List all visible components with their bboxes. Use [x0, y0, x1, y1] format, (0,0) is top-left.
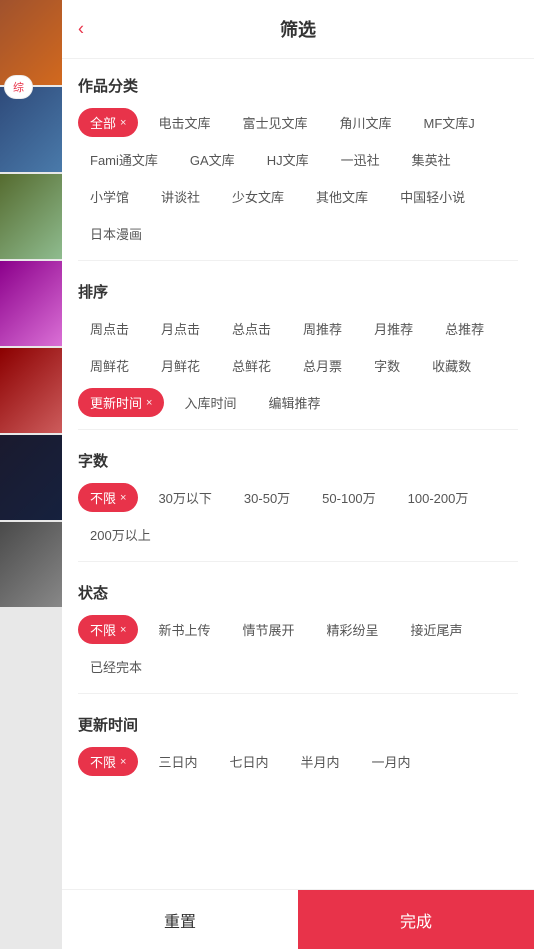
tag-不限-status[interactable]: 不限 ×: [78, 615, 138, 644]
tag-更新时间[interactable]: 更新时间 ×: [78, 388, 164, 417]
tag-入库时间[interactable]: 入库时间: [172, 388, 248, 417]
close-icon: ×: [120, 117, 126, 129]
page-title: 筛选: [280, 16, 316, 42]
tag-小学馆[interactable]: 小学馆: [78, 182, 141, 211]
tag-周推荐[interactable]: 周推荐: [291, 314, 354, 343]
confirm-button[interactable]: 完成: [298, 890, 534, 949]
filter-content: 作品分类 全部 × 电击文库 富士见文库 角川文库 MF文库J Fami通文库 …: [62, 59, 534, 949]
tag-电击文库[interactable]: 电击文库: [146, 108, 222, 137]
tag-三日内[interactable]: 三日内: [146, 747, 209, 776]
tag-讲谈社[interactable]: 讲谈社: [149, 182, 212, 211]
tag-全部[interactable]: 全部 ×: [78, 108, 138, 137]
sort-title: 排序: [78, 281, 518, 302]
tag-30-50万[interactable]: 30-50万: [232, 483, 302, 512]
tag-Fami通文库[interactable]: Fami通文库: [78, 145, 170, 174]
book-cover: [0, 0, 62, 85]
tag-100-200万[interactable]: 100-200万: [396, 483, 481, 512]
tag-不限-update[interactable]: 不限 ×: [78, 747, 138, 776]
category-title: 作品分类: [78, 75, 518, 96]
tag-月鲜花[interactable]: 月鲜花: [149, 351, 212, 380]
tag-50-100万[interactable]: 50-100万: [310, 483, 387, 512]
tag-精彩纷呈[interactable]: 精彩纷呈: [314, 615, 390, 644]
category-tags: 全部 × 电击文库 富士见文库 角川文库 MF文库J Fami通文库 GA文库 …: [78, 108, 518, 248]
close-icon: ×: [120, 756, 126, 768]
tag-半月内[interactable]: 半月内: [288, 747, 351, 776]
tag-GA文库[interactable]: GA文库: [178, 145, 247, 174]
tag-HJ文库[interactable]: HJ文库: [255, 145, 321, 174]
wordcount-tags: 不限 × 30万以下 30-50万 50-100万 100-200万 200万以…: [78, 483, 518, 549]
wordcount-section: 字数 不限 × 30万以下 30-50万 50-100万 100-200万 20…: [78, 434, 518, 557]
sort-section: 排序 周点击 月点击 总点击 周推荐 月推荐 总推荐 周鲜花 月鲜花 总鲜花 总…: [78, 265, 518, 425]
book-cover: [0, 522, 62, 607]
category-section: 作品分类 全部 × 电击文库 富士见文库 角川文库 MF文库J Fami通文库 …: [78, 59, 518, 256]
tag-接近尾声[interactable]: 接近尾声: [399, 615, 475, 644]
tag-日本漫画[interactable]: 日本漫画: [78, 219, 154, 248]
tag-月推荐[interactable]: 月推荐: [362, 314, 425, 343]
update-time-tags: 不限 × 三日内 七日内 半月内 一月内: [78, 747, 518, 776]
close-icon: ×: [120, 492, 126, 504]
tag-200万以上[interactable]: 200万以上: [78, 520, 163, 549]
sort-tags: 周点击 月点击 总点击 周推荐 月推荐 总推荐 周鲜花 月鲜花 总鲜花 总月票 …: [78, 314, 518, 417]
tag-中国轻小说[interactable]: 中国轻小说: [388, 182, 477, 211]
left-panel: [0, 0, 62, 949]
tag-富士见文库[interactable]: 富士见文库: [230, 108, 319, 137]
tag-已经完本[interactable]: 已经完本: [78, 652, 154, 681]
divider-1: [78, 260, 518, 261]
footer: 重置 完成: [62, 889, 534, 949]
tag-少女文库[interactable]: 少女文库: [220, 182, 296, 211]
close-icon: ×: [120, 624, 126, 636]
tag-新书上传[interactable]: 新书上传: [146, 615, 222, 644]
divider-4: [78, 693, 518, 694]
tag-30万以下[interactable]: 30万以下: [146, 483, 223, 512]
book-cover: [0, 87, 62, 172]
tag-总月票[interactable]: 总月票: [291, 351, 354, 380]
tag-总鲜花[interactable]: 总鲜花: [220, 351, 283, 380]
book-cover: [0, 174, 62, 259]
tag-总点击[interactable]: 总点击: [220, 314, 283, 343]
tag-七日内[interactable]: 七日内: [217, 747, 280, 776]
tag-情节展开[interactable]: 情节展开: [230, 615, 306, 644]
book-cover: [0, 435, 62, 520]
tag-周点击[interactable]: 周点击: [78, 314, 141, 343]
tag-角川文库[interactable]: 角川文库: [327, 108, 403, 137]
update-time-title: 更新时间: [78, 714, 518, 735]
book-cover: [0, 261, 62, 346]
tag-一迅社[interactable]: 一迅社: [329, 145, 392, 174]
status-title: 状态: [78, 582, 518, 603]
filter-panel: ‹ 筛选 作品分类 全部 × 电击文库 富士见文库 角川文库 MF文库J Fam…: [62, 0, 534, 949]
book-cover: [0, 348, 62, 433]
divider-2: [78, 429, 518, 430]
tag-集英社[interactable]: 集英社: [400, 145, 463, 174]
tag-MF文库J[interactable]: MF文库J: [412, 108, 487, 137]
status-section: 状态 不限 × 新书上传 情节展开 精彩纷呈 接近尾声 已经完本: [78, 566, 518, 689]
综合-tab[interactable]: 综: [4, 75, 33, 99]
wordcount-title: 字数: [78, 450, 518, 471]
divider-3: [78, 561, 518, 562]
tag-其他文库[interactable]: 其他文库: [304, 182, 380, 211]
close-icon: ×: [146, 397, 152, 409]
tag-月点击[interactable]: 月点击: [149, 314, 212, 343]
back-button[interactable]: ‹: [78, 19, 84, 40]
filter-header: ‹ 筛选: [62, 0, 534, 59]
tag-字数[interactable]: 字数: [362, 351, 412, 380]
tag-总推荐[interactable]: 总推荐: [433, 314, 496, 343]
status-tags: 不限 × 新书上传 情节展开 精彩纷呈 接近尾声 已经完本: [78, 615, 518, 681]
tag-一月内[interactable]: 一月内: [360, 747, 423, 776]
update-time-section: 更新时间 不限 × 三日内 七日内 半月内 一月内: [78, 698, 518, 784]
reset-button[interactable]: 重置: [62, 890, 298, 949]
tag-收藏数[interactable]: 收藏数: [420, 351, 483, 380]
tag-周鲜花[interactable]: 周鲜花: [78, 351, 141, 380]
tag-编辑推荐[interactable]: 编辑推荐: [256, 388, 332, 417]
tag-不限-wordcount[interactable]: 不限 ×: [78, 483, 138, 512]
